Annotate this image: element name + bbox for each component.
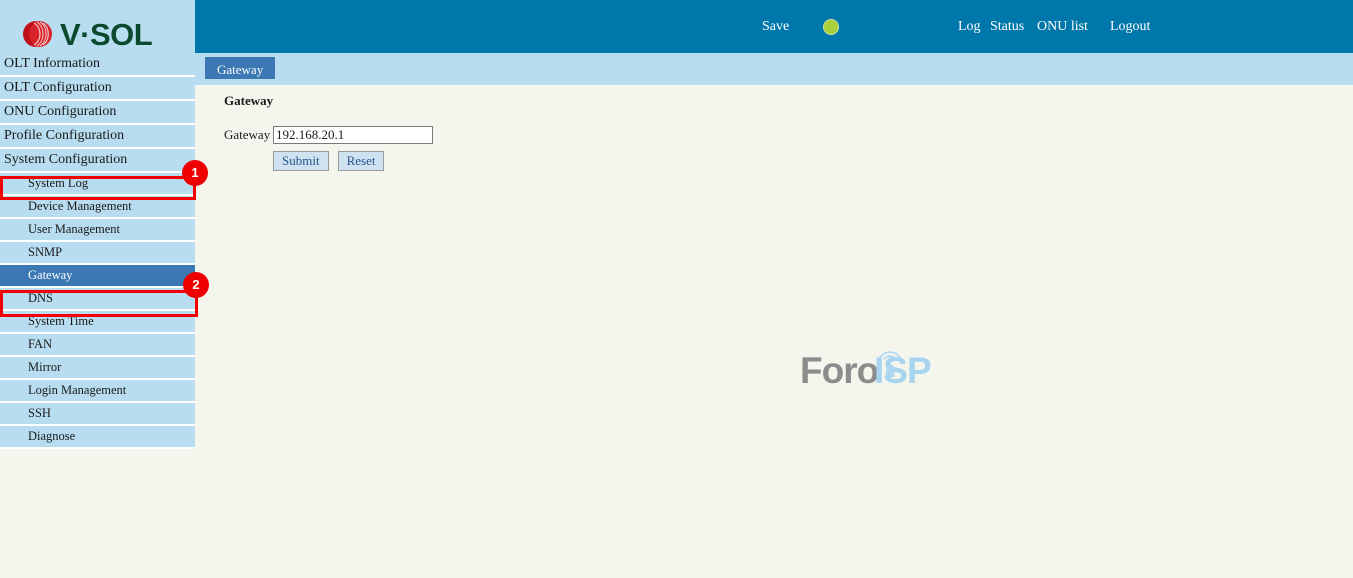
logo-area: V·SOL: [0, 0, 195, 53]
sidebar-item-dns[interactable]: DNS: [0, 288, 195, 311]
vsol-swirl-logo-icon: [23, 21, 52, 47]
form-button-row: Submit Reset: [273, 151, 389, 171]
sidebar-item-user-management[interactable]: User Management: [0, 219, 195, 242]
submit-button[interactable]: Submit: [273, 151, 329, 171]
sidebar-item-system-configuration[interactable]: System Configuration: [0, 149, 195, 173]
sidebar-item-olt-configuration[interactable]: OLT Configuration: [0, 77, 195, 101]
gateway-input[interactable]: [273, 126, 433, 144]
tab-strip: Gateway: [195, 53, 1353, 85]
sidebar-item-fan[interactable]: FAN: [0, 334, 195, 357]
onu-list-link[interactable]: ONU list: [1037, 19, 1088, 35]
antenna-tower-icon: [879, 351, 901, 377]
status-link[interactable]: Status: [990, 19, 1024, 35]
sidebar-item-diagnose[interactable]: Diagnose: [0, 426, 195, 449]
sidebar-item-system-log[interactable]: System Log: [0, 173, 195, 196]
save-button[interactable]: Save: [762, 19, 789, 35]
sidebar-item-gateway[interactable]: Gateway: [0, 265, 195, 288]
sidebar-nav: OLT Information OLT Configuration ONU Conf…: [0, 53, 195, 578]
sidebar-item-device-management[interactable]: Device Management: [0, 196, 195, 219]
reset-button[interactable]: Reset: [337, 151, 385, 171]
sidebar-item-profile-configuration[interactable]: Profile Configuration: [0, 125, 195, 149]
gateway-field-label: Gateway: [224, 127, 271, 142]
sidebar-item-olt-information[interactable]: OLT Information: [0, 53, 195, 77]
sidebar-item-onu-configuration[interactable]: ONU Configuration: [0, 101, 195, 125]
logo-text: V·SOL: [60, 17, 153, 52]
content-panel: Gateway Gateway Submit Reset Foro ISP: [195, 85, 1353, 578]
page-title: Gateway: [224, 93, 274, 108]
watermark-text-isp: ISP: [874, 350, 932, 391]
sidebar-item-system-time[interactable]: System Time: [0, 311, 195, 334]
log-link[interactable]: Log: [958, 19, 981, 35]
tab-gateway[interactable]: Gateway: [205, 57, 276, 79]
top-header-bar: V·SOL Save Log Status ONU list Logout: [0, 0, 1353, 53]
foroisp-watermark: Foro ISP: [800, 343, 940, 393]
sidebar-item-ssh[interactable]: SSH: [0, 403, 195, 426]
watermark-text-foro: Foro: [800, 350, 879, 391]
sidebar-item-mirror[interactable]: Mirror: [0, 357, 195, 380]
save-status-indicator: [823, 19, 839, 35]
logout-link[interactable]: Logout: [1110, 19, 1150, 35]
sidebar-item-snmp[interactable]: SNMP: [0, 242, 195, 265]
sidebar-item-login-management[interactable]: Login Management: [0, 380, 195, 403]
